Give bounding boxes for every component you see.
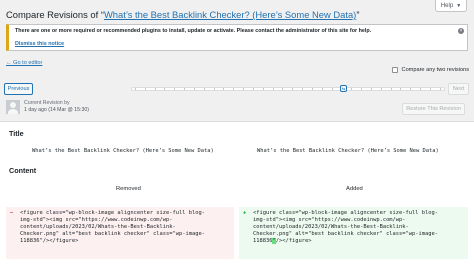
slider-tick bbox=[439, 88, 441, 90]
slider-tick bbox=[262, 88, 264, 90]
slider-tick bbox=[331, 88, 333, 90]
diff-line: Checker.png" alt="best backlink checker"… bbox=[20, 231, 205, 237]
slider-tick bbox=[193, 88, 195, 90]
slider-tick bbox=[154, 88, 156, 90]
diff-line-last: 118836"/></figure> bbox=[253, 238, 462, 245]
slider-tick bbox=[429, 88, 431, 90]
revision-time: 1 day ago (14 Mar @ 15:30) bbox=[24, 107, 89, 113]
diff-line: content/uploads/2023/02/Whats-the-Best-B… bbox=[253, 224, 409, 230]
dismiss-notice-link[interactable]: Dismiss this notice bbox=[15, 41, 453, 47]
revision-slider[interactable] bbox=[131, 87, 445, 91]
slider-tick bbox=[302, 88, 304, 90]
slider-tick bbox=[272, 88, 274, 90]
revision-info: Current Revision by 1 day ago (14 Mar @ … bbox=[6, 100, 89, 114]
removed-column-label: Removed bbox=[116, 186, 141, 192]
plugin-notice: There are one or more required or recomm… bbox=[6, 24, 468, 51]
close-icon[interactable]: × bbox=[458, 28, 464, 34]
slider-tick bbox=[135, 88, 136, 90]
revision-meta: Current Revision by 1 day ago (14 Mar @ … bbox=[24, 100, 89, 114]
help-label: Help bbox=[440, 2, 454, 9]
slider-tick bbox=[184, 88, 186, 90]
slider-tick bbox=[144, 88, 146, 90]
diff-id-text: 118836 bbox=[253, 238, 273, 244]
previous-button[interactable]: Previous bbox=[4, 83, 33, 95]
diff-line: img-std"><img src="https://www.codeinwp.… bbox=[253, 217, 406, 223]
slider-tick bbox=[361, 88, 363, 90]
slider-tick bbox=[164, 88, 166, 90]
diff-line: <figure class="wp-block-image aligncente… bbox=[20, 210, 205, 216]
slider-tick bbox=[174, 88, 176, 90]
slider-tick bbox=[380, 88, 382, 90]
diff-line: <figure class="wp-block-image aligncente… bbox=[253, 210, 438, 216]
post-title-link[interactable]: What’s the Best Backlink Checker? (Here’… bbox=[104, 9, 356, 20]
removed-content-block: − <figure class="wp-block-image aligncen… bbox=[6, 207, 234, 259]
slider-tick bbox=[292, 88, 294, 90]
title-added-text: What’s the Best Backlink Checker? (Here’… bbox=[257, 148, 439, 154]
page-title-suffix: ” bbox=[356, 9, 360, 20]
added-content-block: + <figure class="wp-block-image aligncen… bbox=[239, 207, 468, 259]
page-title-prefix: Compare Revisions of “ bbox=[6, 9, 104, 20]
diff-line: img-std"><img src="https://www.codeinwp.… bbox=[20, 217, 173, 223]
compare-any-two-label: Compare any two revisions bbox=[401, 67, 469, 73]
slider-tick bbox=[400, 88, 402, 90]
diff-line: Checker.png" alt="best backlink checker"… bbox=[253, 231, 438, 237]
slider-tick bbox=[311, 88, 313, 90]
slider-tick bbox=[410, 88, 412, 90]
slider-tick bbox=[321, 88, 323, 90]
slider-tick bbox=[390, 88, 392, 90]
compare-any-two-checkbox[interactable] bbox=[391, 67, 398, 73]
plus-icon: + bbox=[243, 210, 247, 216]
avatar bbox=[6, 100, 20, 114]
slider-tick bbox=[223, 88, 225, 90]
compare-any-two-toggle[interactable]: Compare any two revisions bbox=[391, 67, 469, 73]
slider-handle[interactable]: ⇆ bbox=[340, 85, 347, 92]
diff-line: 118836"/></figure> bbox=[20, 238, 79, 244]
slider-tick bbox=[213, 88, 215, 90]
go-to-editor-link[interactable]: ← Go to editor bbox=[6, 60, 42, 66]
notice-text: There are one or more required or recomm… bbox=[15, 28, 372, 34]
page-title: Compare Revisions of “What’s the Best Ba… bbox=[6, 9, 359, 20]
title-removed-text: What’s the Best Backlink Checker? (Here’… bbox=[32, 148, 214, 154]
diff-line: content/uploads/2023/02/Whats-the-Best-B… bbox=[20, 224, 176, 230]
help-tab[interactable]: Help ▼ bbox=[435, 0, 467, 12]
title-heading: Title bbox=[9, 129, 24, 138]
slider-tick bbox=[420, 88, 422, 90]
minus-icon: − bbox=[10, 210, 14, 216]
slider-tick bbox=[252, 88, 254, 90]
added-column-label: Added bbox=[346, 186, 363, 192]
revision-author-label: Current Revision by bbox=[24, 100, 70, 106]
slider-tick bbox=[203, 88, 205, 90]
slider-tick bbox=[243, 88, 245, 90]
slider-tick bbox=[370, 88, 372, 90]
slider-tick bbox=[282, 88, 284, 90]
next-button[interactable]: Next bbox=[448, 83, 469, 95]
diff-rest-text: /></figure> bbox=[275, 238, 312, 244]
restore-revision-button[interactable]: Restore This Revision bbox=[402, 103, 465, 115]
slider-tick bbox=[233, 88, 235, 90]
caret-down-icon: ▼ bbox=[456, 2, 462, 9]
content-heading: Content bbox=[9, 166, 37, 175]
slider-tick bbox=[351, 88, 353, 90]
